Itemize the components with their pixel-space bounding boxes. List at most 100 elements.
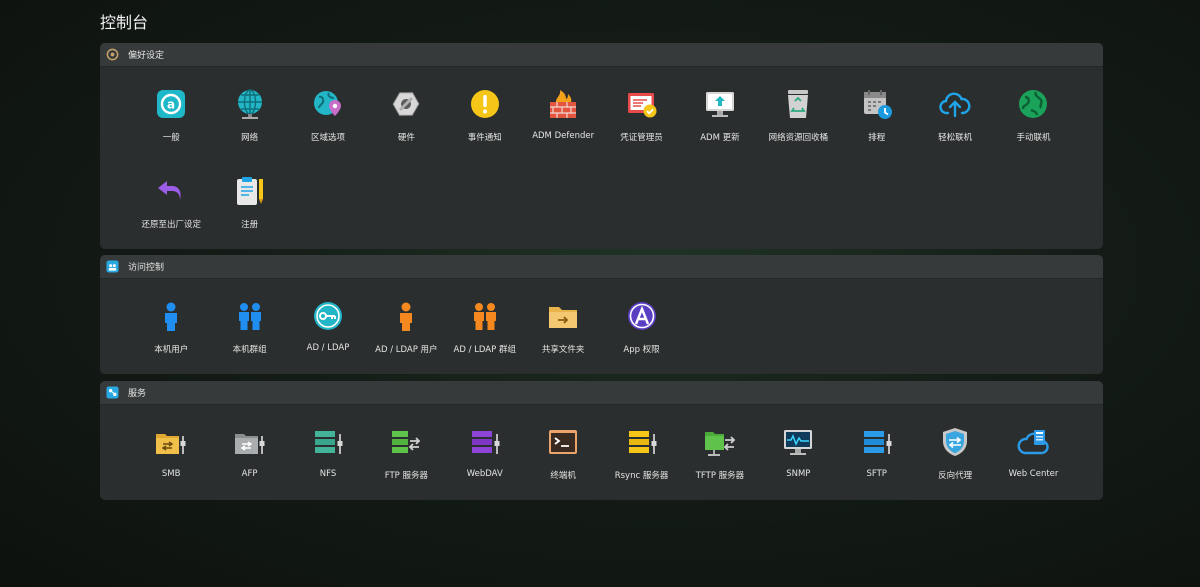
item-label: 轻松联机 [938,133,973,143]
item-general[interactable]: a 一般 [132,67,210,154]
item-terminal[interactable]: 终端机 [524,405,602,492]
item-label: 共享文件夹 [541,345,585,355]
svg-text:a: a [167,98,175,112]
item-reverse-proxy[interactable]: 反向代理 [916,405,994,492]
item-label: AFP [241,469,258,479]
afp-folder-icon [233,425,267,459]
calendar-clock-icon [860,87,894,121]
item-label: 还原至出厂设定 [141,220,201,230]
region-globe-pin-icon [311,87,345,121]
item-nfs[interactable]: NFS [289,405,367,492]
user-icon [154,299,188,333]
section-header: 服务 [100,381,1103,405]
sftp-server-icon [860,425,894,459]
section-access-control: 访问控制 本机用户 本机群组 AD / LDAP AD / LDAP 用户 AD… [100,255,1103,374]
item-adm-defender[interactable]: ADM Defender [524,67,602,154]
item-schedule[interactable]: 排程 [838,67,916,154]
undo-arrow-icon [154,174,188,208]
item-shared-folders[interactable]: 共享文件夹 [524,279,602,366]
item-label: ADM Defender [532,131,595,141]
item-label: AD / LDAP [306,343,350,353]
item-sftp[interactable]: SFTP [838,405,916,492]
ftp-server-icon [389,425,423,459]
item-certificate-manager[interactable]: 凭证管理员 [602,67,680,154]
item-rsync-server[interactable]: Rsync 服务器 [602,405,680,492]
item-label: TFTP 服务器 [695,471,745,481]
item-label: AD / LDAP 群组 [453,345,516,355]
item-tftp-server[interactable]: TFTP 服务器 [681,405,759,492]
web-center-cloud-icon [1016,425,1050,459]
item-label: 反向代理 [938,471,973,481]
item-label: 硬件 [397,133,415,143]
item-label: ADM 更新 [700,133,740,143]
item-app-privileges[interactable]: App 权限 [602,279,680,366]
item-label: 终端机 [550,471,576,481]
webdav-server-icon [468,425,502,459]
item-local-users[interactable]: 本机用户 [132,279,210,366]
item-recycle-bin[interactable]: 网络资源回收桶 [759,67,837,154]
recycle-bin-icon [781,87,815,121]
ldap-user-icon [389,299,423,333]
item-event-notification[interactable]: 事件通知 [446,67,524,154]
general-icon: a [154,87,188,121]
item-snmp[interactable]: SNMP [759,405,837,492]
item-hardware[interactable]: 硬件 [367,67,445,154]
item-label: SFTP [866,469,887,479]
nfs-server-icon [311,425,345,459]
key-icon [311,299,345,333]
item-label: 本机群组 [232,345,267,355]
reverse-proxy-shield-icon [938,425,972,459]
item-factory-reset[interactable]: 还原至出厂设定 [132,154,210,241]
item-webdav[interactable]: WebDAV [446,405,524,492]
section-header: 访问控制 [100,255,1103,279]
smb-folder-icon [154,425,188,459]
section-services: 服务 SMB AFP NFS FTP 服务器 WebDAV 终端机 Rsync … [100,381,1103,500]
item-network[interactable]: 网络 [210,67,288,154]
section-preferences: 偏好设定 a 一般 网络 区域选项 硬件 事件通知 ADM Defender 凭… [100,43,1103,249]
item-ad-ldap-groups[interactable]: AD / LDAP 群组 [446,279,524,366]
item-label: 区域选项 [310,133,345,143]
item-label: AD / LDAP 用户 [375,345,438,355]
item-label: 凭证管理员 [620,133,663,143]
item-smb[interactable]: SMB [132,405,210,492]
item-manual-connect[interactable]: 手动联机 [994,67,1072,154]
item-adm-update[interactable]: ADM 更新 [681,67,759,154]
item-afp[interactable]: AFP [210,405,288,492]
item-ad-ldap-users[interactable]: AD / LDAP 用户 [367,279,445,366]
certificate-icon [625,87,659,121]
page-title: 控制台 [100,13,149,32]
globe-network-icon [233,87,267,121]
item-label: 一般 [162,133,180,143]
section-title: 偏好设定 [128,51,165,61]
item-register[interactable]: 注册 [210,154,288,241]
item-label: 网络 [241,133,259,143]
item-label: 排程 [868,133,886,143]
app-permission-icon [625,299,659,333]
terminal-icon [546,425,580,459]
item-label: SMB [161,469,181,479]
item-ftp-server[interactable]: FTP 服务器 [367,405,445,492]
item-region[interactable]: 区域选项 [289,67,367,154]
item-label: App 权限 [623,345,660,355]
globe-manual-icon [1016,87,1050,121]
update-monitor-icon [703,87,737,121]
services-icon [105,386,119,400]
rsync-server-icon [625,425,659,459]
item-label: NFS [319,469,337,479]
item-label: 本机用户 [154,345,189,355]
item-label: 注册 [241,220,259,230]
item-local-groups[interactable]: 本机群组 [210,279,288,366]
item-ad-ldap[interactable]: AD / LDAP [289,279,367,366]
item-label: Web Center [1008,469,1059,479]
shared-folder-icon [546,299,580,333]
item-label: 手动联机 [1016,133,1051,143]
gear-icon [105,48,119,62]
group-icon [233,299,267,333]
register-clipboard-icon [233,174,267,208]
ldap-group-icon [468,299,502,333]
item-ez-connect[interactable]: 轻松联机 [916,67,994,154]
item-web-center[interactable]: Web Center [994,405,1072,492]
firewall-icon [546,87,580,121]
access-control-icon [105,260,119,274]
section-title: 服务 [128,389,147,399]
